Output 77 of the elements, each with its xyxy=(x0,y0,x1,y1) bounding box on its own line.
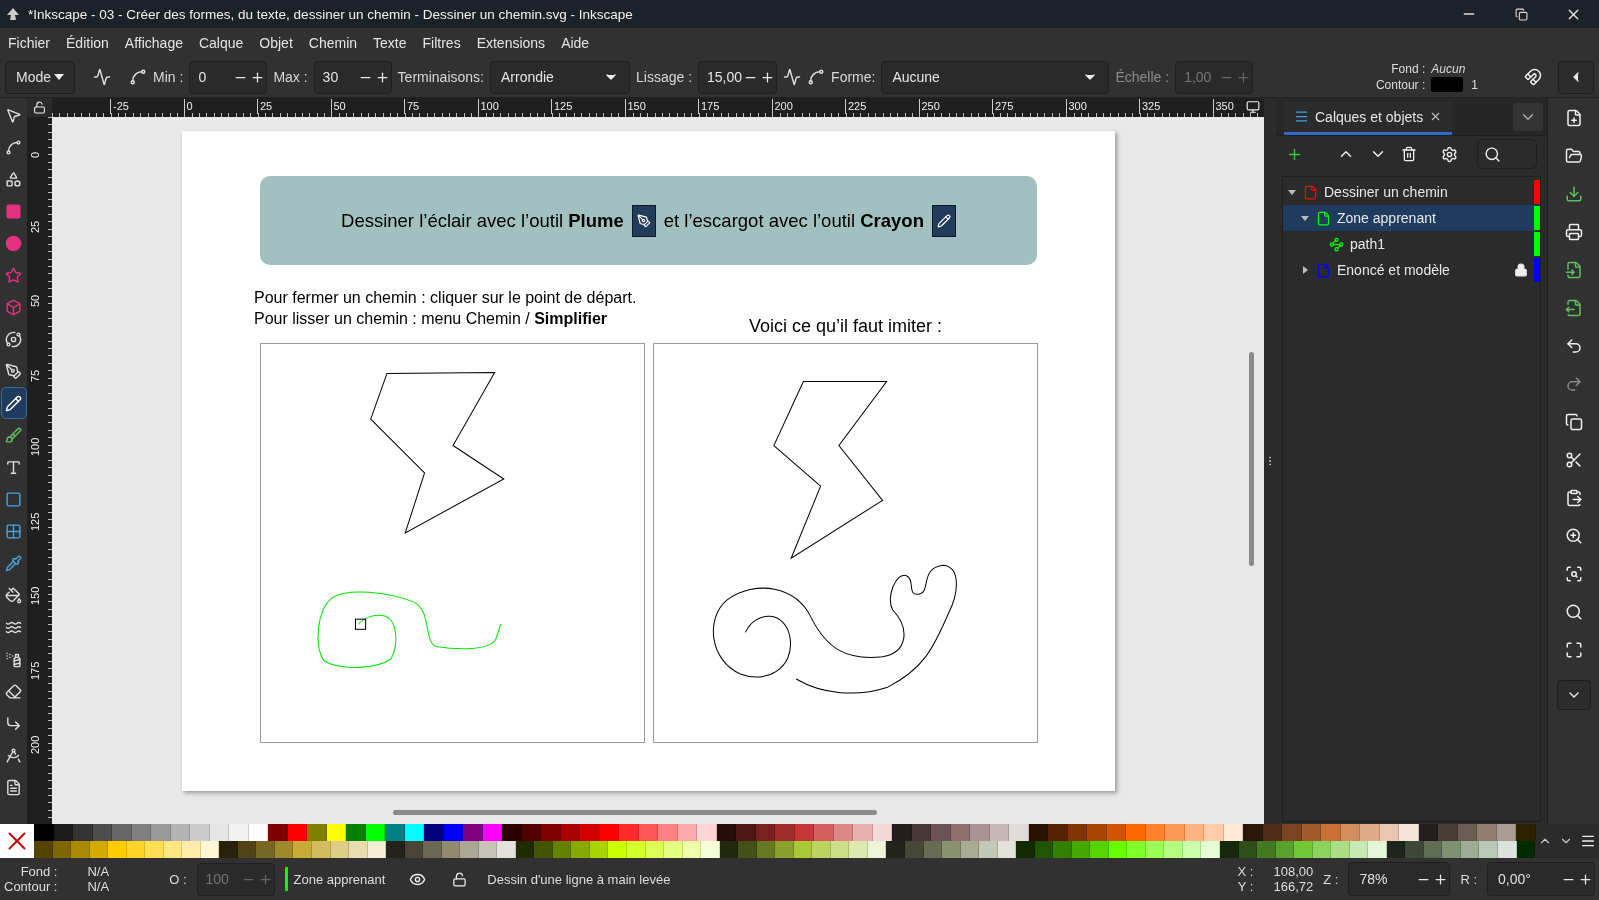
fill-label: Fond : xyxy=(1390,62,1426,76)
menu-item[interactable]: Extensions xyxy=(468,34,554,51)
fill-label: Fond : xyxy=(19,864,58,879)
number-field[interactable]: 30 xyxy=(313,60,392,94)
menu-item[interactable]: Texte xyxy=(365,34,415,51)
number-field[interactable]: 15,00 xyxy=(698,60,778,94)
ruler-label: 75 xyxy=(29,369,41,382)
ruler-label: 350 xyxy=(1212,99,1234,114)
dropdown[interactable]: Arrondie xyxy=(490,60,630,94)
menu-item[interactable]: Chemin xyxy=(300,34,366,51)
zoom-field[interactable]: 78% xyxy=(1348,862,1451,896)
ruler-label: 325 xyxy=(1139,99,1161,114)
ruler-label: 100 xyxy=(29,437,41,456)
ruler-label: 175 xyxy=(698,99,720,114)
ruler-label: 100 xyxy=(477,99,499,114)
status-message: Dessin d'une ligne à main levée xyxy=(487,871,671,887)
menu-item[interactable]: Aide xyxy=(553,34,598,51)
ruler-label: 250 xyxy=(918,99,940,114)
field-label: Lissage : xyxy=(636,69,693,85)
layer-row[interactable]: Dessiner un chemin xyxy=(1283,179,1540,205)
stroke-label: Contour : xyxy=(1375,77,1426,92)
fill-value: Aucun xyxy=(1431,62,1466,76)
ruler-label: 75 xyxy=(404,99,420,114)
zoom-label: Z : xyxy=(1323,871,1339,887)
ruler-label: 25 xyxy=(29,220,41,233)
ruler-label: 125 xyxy=(551,99,573,114)
ruler-label: 0 xyxy=(183,99,193,114)
stroke-width: 1 xyxy=(1471,77,1478,92)
menu-item[interactable]: Édition xyxy=(58,34,117,51)
instruction-text: Pour lisser un chemin : menu Chemin / Simplifier xyxy=(254,310,609,328)
number-field[interactable]: 0 xyxy=(189,60,268,94)
rotation-field[interactable]: 0,00° xyxy=(1487,862,1595,896)
opacity-label: O : xyxy=(169,871,187,887)
field-label: Terminaisons: xyxy=(397,69,484,85)
ruler-label: -25 xyxy=(110,99,129,114)
current-layer[interactable]: Zone apprenant xyxy=(293,871,386,887)
field-label: Min : xyxy=(153,69,184,85)
menu-item[interactable]: Affichage xyxy=(116,34,191,51)
menu-item[interactable]: Objet xyxy=(251,34,301,51)
dropdown[interactable]: Aucune xyxy=(881,60,1110,94)
field-label: Forme: xyxy=(831,69,876,85)
ruler-label: 50 xyxy=(29,294,41,307)
ruler-label: 150 xyxy=(29,586,41,605)
stroke-label: Contour : xyxy=(4,879,58,894)
menu-item[interactable]: Calque xyxy=(190,34,252,51)
ruler-label: 25 xyxy=(257,99,273,114)
ruler-label: 50 xyxy=(330,99,346,114)
ruler-label: 150 xyxy=(624,99,646,114)
ruler-label: 200 xyxy=(29,735,41,754)
x-label: X : xyxy=(1237,864,1254,879)
x-value: 108,00 xyxy=(1273,864,1314,879)
ruler-label: 200 xyxy=(771,99,793,114)
field-label: Échelle : xyxy=(1115,69,1170,85)
menu-item[interactable]: Filtres xyxy=(414,34,469,51)
ruler-label: 0 xyxy=(29,151,41,158)
layer-row[interactable]: Zone apprenant xyxy=(1283,205,1540,231)
banner-text: Dessiner l’éclair avec l’outil Plume xyxy=(341,209,624,232)
stroke-value: N/A xyxy=(87,879,110,894)
ruler-label: 300 xyxy=(1065,99,1087,114)
instruction-text: Pour fermer un chemin : cliquer sur le point de départ. xyxy=(254,289,638,307)
y-value: 166,72 xyxy=(1273,879,1314,894)
mode-button[interactable]: Mode xyxy=(5,60,76,94)
ruler-label: 225 xyxy=(845,99,867,114)
caption-text: Voici ce qu’il faut imiter : xyxy=(748,316,943,338)
ruler-label: 275 xyxy=(992,99,1014,114)
ruler-label: 125 xyxy=(29,512,41,531)
layer-row[interactable]: Enoncé et modèle xyxy=(1283,257,1540,283)
rotation-label: R : xyxy=(1460,871,1477,887)
banner-text: et l’escargot avec l’outil Crayon xyxy=(663,209,924,232)
panel-tab[interactable]: Calques et objets xyxy=(1284,101,1453,135)
window-title: *Inkscape - 03 - Créer des formes, du texte, dessiner un chemin - Dessiner un chemin.svg - Inkscape xyxy=(28,6,633,22)
layer-row[interactable]: path1 xyxy=(1283,231,1540,257)
y-label: Y : xyxy=(1237,879,1254,894)
field-label: Max : xyxy=(273,69,308,85)
fill-value: N/A xyxy=(87,864,110,879)
ruler-label: 175 xyxy=(29,661,41,680)
menu-item[interactable]: Fichier xyxy=(0,34,58,51)
